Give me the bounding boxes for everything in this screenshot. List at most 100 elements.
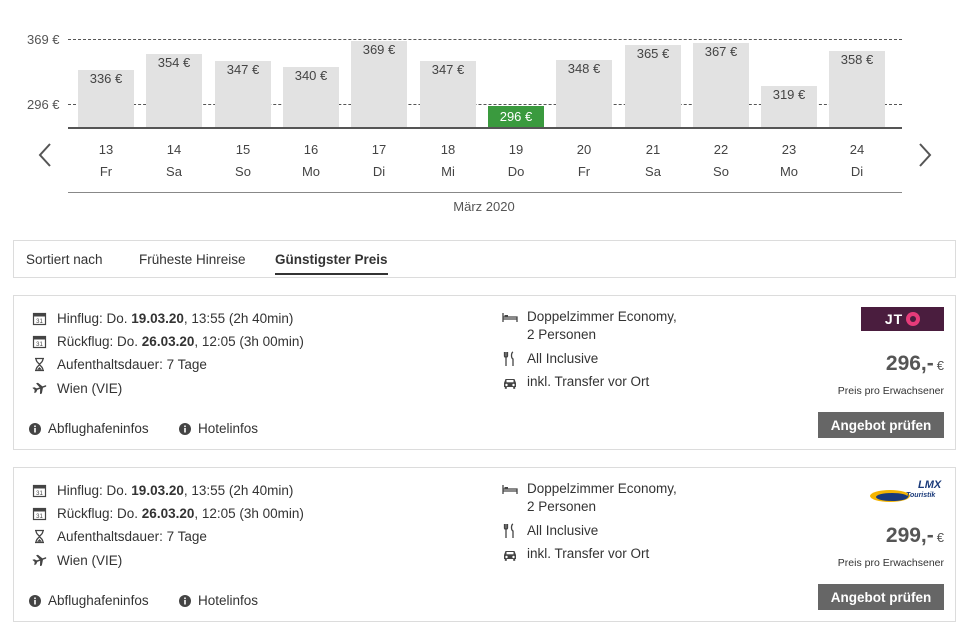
check-offer-button[interactable]: Angebot prüfen xyxy=(818,584,944,610)
price-amount: 296,- xyxy=(885,352,934,375)
svg-text:31: 31 xyxy=(36,342,43,348)
room-type-text: Doppelzimmer Economy, 2 Personen xyxy=(527,309,677,342)
hotel-info-link[interactable]: Hotelinfos xyxy=(179,593,258,608)
day-label-20[interactable]: 20 Fr xyxy=(556,139,612,183)
offer-card-1: 31 Hinflug: Do. 19.03.20, 13:55 (2h 40mi… xyxy=(13,295,956,450)
airport-info-link[interactable]: Abflughafeninfos xyxy=(29,421,149,436)
day-weekday: Fr xyxy=(99,164,113,179)
airplane-icon xyxy=(32,381,47,396)
chart-baseline xyxy=(68,127,902,129)
price-bar-label: 358 € xyxy=(840,52,874,67)
departure-airport-text: Wien (VIE) xyxy=(57,380,123,396)
day-number: 13 xyxy=(98,142,114,157)
price-bar-17[interactable]: 369 € xyxy=(351,41,407,127)
day-number: 23 xyxy=(781,142,797,157)
lmx-touristik-logo: LMX Touristik xyxy=(868,476,944,506)
chevron-right-icon[interactable] xyxy=(912,140,936,170)
jt-touristik-logo: JT xyxy=(861,307,944,331)
airport-info-link[interactable]: Abflughafeninfos xyxy=(29,593,149,608)
day-label-22[interactable]: 22 So xyxy=(693,139,749,183)
day-weekday: Mo xyxy=(779,164,799,179)
hotel-info-label: Hotelinfos xyxy=(198,421,259,436)
price-bar-14[interactable]: 354 € xyxy=(146,54,202,127)
price-bar-label: 340 € xyxy=(294,68,328,83)
price-bar-16[interactable]: 340 € xyxy=(283,67,339,127)
calendar-icon: 31 xyxy=(32,311,47,326)
day-weekday: Mo xyxy=(301,164,321,179)
day-weekday: So xyxy=(235,164,251,179)
price-bar-24[interactable]: 358 € xyxy=(829,51,885,127)
stay-duration-row: Aufenthaltsdauer: 7 Tage xyxy=(32,527,207,545)
day-number: 14 xyxy=(166,142,182,157)
day-number: 21 xyxy=(645,142,661,157)
day-label-14[interactable]: 14 Sa xyxy=(146,139,202,183)
bed-icon xyxy=(502,481,518,497)
day-number: 17 xyxy=(371,142,387,157)
calendar-icon: 31 xyxy=(32,334,47,349)
price-bar-label: 296 € xyxy=(499,109,533,124)
y-axis-label-min: 296 € xyxy=(27,97,60,112)
price-bar-22[interactable]: 367 € xyxy=(693,43,749,127)
sort-label: Sortiert nach xyxy=(26,252,103,267)
price-bar-label: 365 € xyxy=(636,46,670,61)
price-bar-23[interactable]: 319 € xyxy=(761,86,817,127)
svg-text:Touristik: Touristik xyxy=(906,492,936,499)
info-icon xyxy=(29,594,41,607)
day-number: 19 xyxy=(508,142,524,157)
chevron-left-icon[interactable] xyxy=(34,140,58,170)
price-bar-label: 319 € xyxy=(772,87,806,102)
price: 299,- € xyxy=(886,524,944,548)
price-bar-label: 347 € xyxy=(431,62,465,77)
day-label-13[interactable]: 13 Fr xyxy=(78,139,134,183)
calendar-icon: 31 xyxy=(32,506,47,521)
room-type-row: Doppelzimmer Economy, 2 Personen xyxy=(502,308,677,344)
return-text: Rückflug: Do. 26.03.20, 12:05 (3h 00min) xyxy=(57,333,304,349)
day-number: 22 xyxy=(713,142,729,157)
month-label: März 2020 xyxy=(453,199,515,214)
sort-option-cheapest[interactable]: Günstigster Preis xyxy=(275,252,388,275)
price-bar-21[interactable]: 365 € xyxy=(625,45,681,127)
day-weekday: Di xyxy=(372,164,386,179)
info-icon xyxy=(179,594,191,607)
sort-bar: Sortiert nach Früheste Hinreise Günstigs… xyxy=(13,240,956,278)
hourglass-icon xyxy=(32,529,47,544)
day-weekday: Fr xyxy=(577,164,591,179)
svg-text:31: 31 xyxy=(36,514,43,520)
info-icon xyxy=(179,422,191,435)
day-weekday: Sa xyxy=(166,164,182,179)
price-bar-13[interactable]: 336 € xyxy=(78,70,134,127)
return-flight-row: 31 Rückflug: Do. 26.03.20, 12:05 (3h 00m… xyxy=(32,504,304,522)
sort-option-earliest[interactable]: Früheste Hinreise xyxy=(139,252,246,267)
airport-info-label: Abflughafeninfos xyxy=(48,593,149,608)
check-offer-button[interactable]: Angebot prüfen xyxy=(818,412,944,438)
price-currency: € xyxy=(936,530,944,545)
room-type-text: Doppelzimmer Economy, 2 Personen xyxy=(527,481,677,514)
airport-info-label: Abflughafeninfos xyxy=(48,421,149,436)
hotel-info-link[interactable]: Hotelinfos xyxy=(179,421,258,436)
price-bar-20[interactable]: 348 € xyxy=(556,60,612,127)
price-bar-15[interactable]: 347 € xyxy=(215,61,271,127)
flower-icon xyxy=(906,312,921,326)
price-bar-label: 367 € xyxy=(704,44,738,59)
price-bar-18[interactable]: 347 € xyxy=(420,61,476,127)
day-label-21[interactable]: 21 Sa xyxy=(625,139,681,183)
day-label-18[interactable]: 18 Mi xyxy=(420,139,476,183)
car-icon xyxy=(502,374,518,390)
day-number: 18 xyxy=(440,142,456,157)
day-label-16[interactable]: 16 Mo xyxy=(283,139,339,183)
day-label-19[interactable]: 19 Do xyxy=(488,139,544,183)
day-label-17[interactable]: 17 Di xyxy=(351,139,407,183)
hourglass-icon xyxy=(32,357,47,372)
outbound-flight-row: 31 Hinflug: Do. 19.03.20, 13:55 (2h 40mi… xyxy=(32,309,293,327)
price-bar-19[interactable]: 296 € xyxy=(488,106,544,127)
board-row: All Inclusive xyxy=(502,522,598,540)
day-label-24[interactable]: 24 Di xyxy=(829,139,885,183)
stay-duration-row: Aufenthaltsdauer: 7 Tage xyxy=(32,355,207,373)
day-weekday: Mi xyxy=(441,164,455,179)
day-label-23[interactable]: 23 Mo xyxy=(761,139,817,183)
offer-card-2: 31 Hinflug: Do. 19.03.20, 13:55 (2h 40mi… xyxy=(13,467,956,622)
hotel-info-label: Hotelinfos xyxy=(198,593,259,608)
board-text: All Inclusive xyxy=(527,351,599,366)
day-label-15[interactable]: 15 So xyxy=(215,139,271,183)
stay-duration-text: Aufenthaltsdauer: 7 Tage xyxy=(57,356,207,372)
